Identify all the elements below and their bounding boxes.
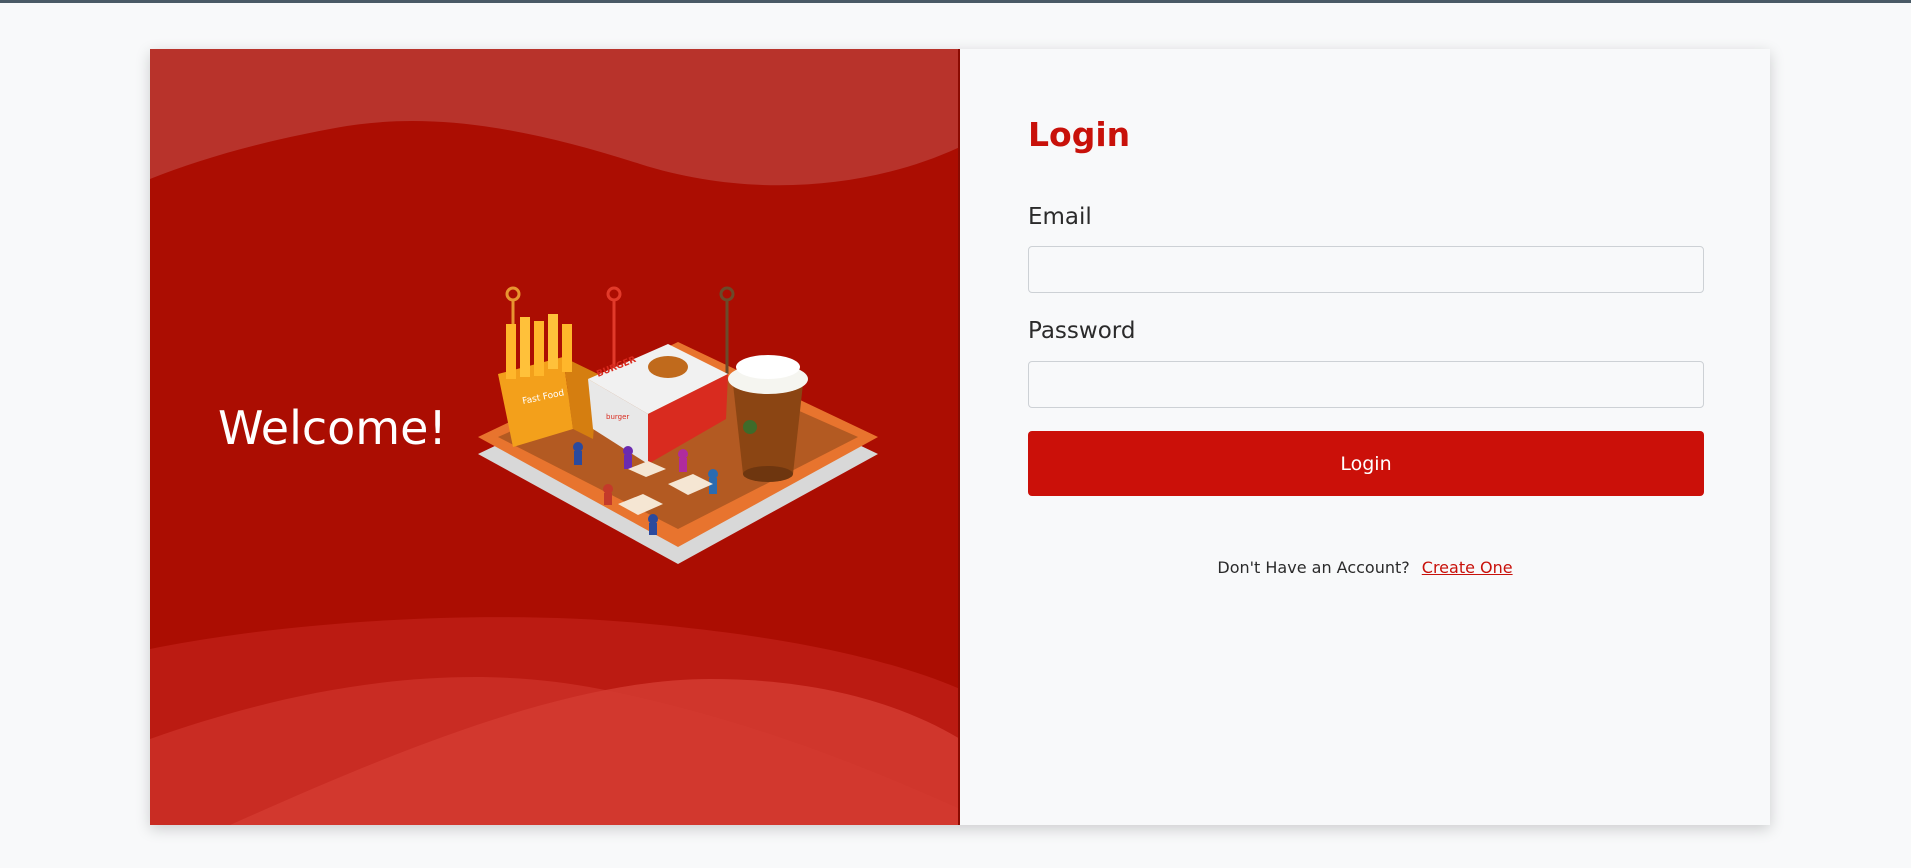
fast-food-tray-illustration: Fast Food BURGER burger — [478, 286, 878, 564]
burger-box-small-text: burger — [606, 413, 629, 421]
password-label: Password — [1028, 318, 1136, 344]
login-card: Welcome! Fast Food BURGER burger Login E… — [150, 49, 1770, 825]
signup-row: Don't Have an Account? Create One — [960, 558, 1770, 577]
password-field[interactable] — [1028, 361, 1704, 408]
email-field[interactable] — [1028, 246, 1704, 293]
create-account-link[interactable]: Create One — [1422, 558, 1513, 577]
login-button[interactable]: Login — [1028, 431, 1704, 496]
login-panel: Login Email Password Login Don't Have an… — [960, 49, 1770, 825]
signup-prompt: Don't Have an Account? — [1217, 558, 1410, 577]
top-border — [0, 0, 1911, 3]
login-title: Login — [1028, 115, 1131, 154]
email-label: Email — [1028, 204, 1092, 230]
hero-panel: Welcome! Fast Food BURGER burger — [150, 49, 960, 825]
welcome-heading: Welcome! — [218, 401, 447, 455]
